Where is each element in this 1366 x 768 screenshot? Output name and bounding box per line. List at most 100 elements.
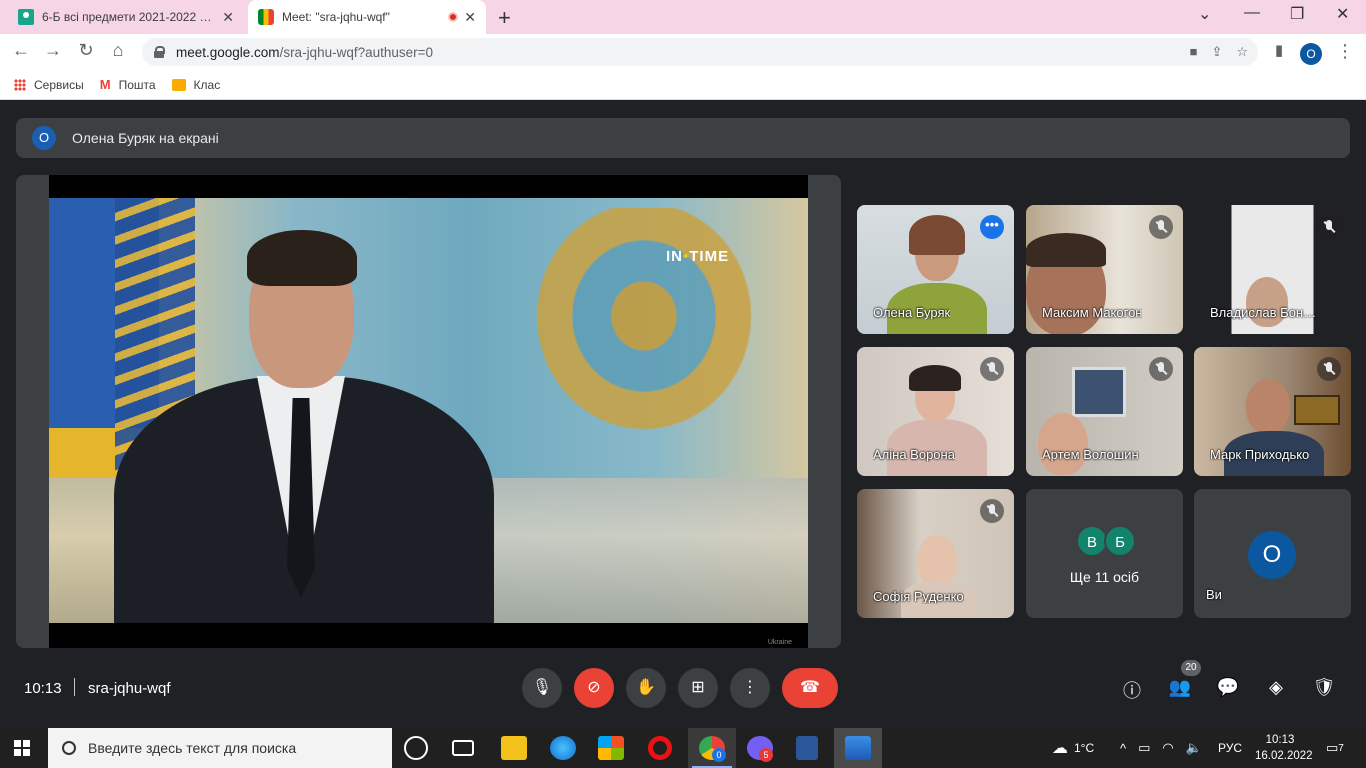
back-button[interactable]: ← [10, 40, 32, 61]
word-icon[interactable] [796, 736, 818, 760]
mic-off-icon [1149, 215, 1173, 239]
cloud-icon: ☁ [1052, 740, 1068, 757]
close-icon[interactable]: ✕ [222, 9, 234, 26]
hand-icon: ✋ [636, 679, 656, 696]
clock[interactable]: 10:13 16.02.2022 [1255, 732, 1313, 764]
people-icon[interactable]: 👥 [1168, 677, 1192, 698]
edge-icon[interactable] [550, 736, 576, 760]
chevron-up-icon[interactable]: ^ [1120, 741, 1126, 756]
participant-tile[interactable]: ••• Олена Буряк [857, 205, 1014, 334]
camera-off-button[interactable]: ⊘ [574, 668, 614, 708]
bookmark-class[interactable]: Клас [171, 78, 220, 92]
activities-icon[interactable]: ◈ [1264, 677, 1288, 698]
battery-icon[interactable]: ▭ [1138, 740, 1150, 756]
participant-tile[interactable]: Марк Приходько [1194, 347, 1351, 476]
bookmark-mail[interactable]: M Пошта [100, 77, 156, 92]
language-indicator[interactable]: РУС [1218, 728, 1242, 768]
bookmark-services[interactable]: Сервисы [14, 78, 84, 92]
coat-of-arms-image [519, 208, 769, 448]
presenter-banner: О Олена Буряк на екрані [16, 118, 1350, 158]
profile-avatar[interactable]: O [1300, 43, 1322, 65]
wifi-icon[interactable]: ◠ [1162, 740, 1173, 756]
end-call-button[interactable]: ☎ [782, 668, 838, 708]
divider [74, 678, 75, 696]
more-options-button[interactable]: ⋮ [730, 668, 770, 708]
menu-icon[interactable]: ⋮ [1334, 41, 1356, 62]
chrome-badge: 0 [712, 748, 726, 762]
task-view-icon[interactable] [452, 740, 474, 756]
url-text: meet.google.com/sra-jqhu-wqf?authuser=0 [176, 44, 434, 60]
participant-name: Марк Приходько [1210, 447, 1310, 462]
home-button[interactable]: ⌂ [107, 40, 129, 61]
host-controls-icon[interactable]: 🛡 [1312, 677, 1336, 698]
notifications-icon[interactable]: ▭ 7 [1326, 728, 1344, 768]
bookmarks-bar: Сервисы M Пошта Клас [0, 70, 1366, 100]
participant-tile[interactable]: Софія Руденко [857, 489, 1014, 618]
participant-name: Владислав Бон… [1210, 305, 1317, 320]
lock-icon[interactable] [154, 46, 165, 58]
classroom-icon [18, 9, 34, 25]
search-icon [62, 741, 76, 755]
channel-watermark: IN•TIME [666, 248, 730, 265]
share-icon[interactable]: ⇪ [1211, 44, 1222, 60]
more-options-icon[interactable]: ••• [980, 215, 1004, 239]
classroom-icon [171, 78, 186, 91]
tab-classroom[interactable]: 6-Б всі предмети 2021-2022 Бур ✕ [8, 0, 244, 34]
mic-off-icon [980, 357, 1004, 381]
mic-off-icon [1317, 215, 1341, 239]
taskbar-search[interactable]: Введите здесь текст для поиска [48, 728, 392, 768]
participant-tile[interactable]: Аліна Ворона [857, 347, 1014, 476]
hang-up-icon: ☎ [800, 679, 820, 696]
participant-tile[interactable]: Артем Волошин [1026, 347, 1183, 476]
shared-screen-video: IN•TIME Ukraine [49, 175, 808, 648]
star-icon[interactable]: ☆ [1236, 44, 1248, 60]
meeting-code: sra-jqhu-wqf [88, 680, 171, 697]
mic-off-icon [980, 499, 1004, 523]
camera-off-icon: ⊘ [587, 679, 601, 696]
photos-icon[interactable] [845, 736, 871, 760]
raise-hand-button[interactable]: ✋ [626, 668, 666, 708]
chat-icon[interactable]: 💬 [1216, 677, 1240, 698]
recording-icon [448, 12, 459, 22]
file-explorer-icon[interactable] [501, 736, 527, 760]
forward-button[interactable]: → [42, 40, 64, 61]
store-icon[interactable] [598, 736, 624, 760]
browser-toolbar: ← → ↻ ⌂ meet.google.com/sra-jqhu-wqf?aut… [0, 34, 1366, 70]
cortana-icon[interactable] [404, 736, 428, 760]
info-icon[interactable]: ⓘ [1120, 677, 1144, 703]
participant-tile[interactable]: Максим Макогон [1026, 205, 1183, 334]
new-tab-button[interactable]: + [498, 5, 511, 31]
meet-area: О Олена Буряк на екрані IN•TIME Ukraine [0, 102, 1366, 727]
side-panel-icon[interactable]: ▮ [1268, 41, 1290, 59]
windows-taskbar: Введите здесь текст для поиска 0 5 ☁ 1°C… [0, 728, 1366, 768]
minimize-button[interactable]: — [1244, 4, 1260, 22]
meeting-time: 10:13 [24, 680, 62, 697]
participant-tile[interactable]: Владислав Бон… [1194, 205, 1351, 334]
maximize-button[interactable]: ❐ [1290, 4, 1304, 24]
more-vert-icon: ⋮ [742, 679, 758, 696]
weather-widget[interactable]: ☁ 1°C [1052, 728, 1094, 768]
opera-icon[interactable] [648, 736, 672, 760]
microphone-button[interactable]: 🎙 [522, 668, 562, 708]
browser-tab-strip: 6-Б всі предмети 2021-2022 Бур ✕ Meet: "… [0, 0, 1366, 34]
address-bar[interactable]: meet.google.com/sra-jqhu-wqf?authuser=0 … [142, 38, 1258, 66]
camera-icon[interactable]: ■ [1190, 44, 1198, 60]
self-tile[interactable]: O Ви [1194, 489, 1351, 618]
tab-search-icon[interactable]: ⌄ [1198, 4, 1211, 24]
present-button[interactable]: ⊞ [678, 668, 718, 708]
presentation-stage[interactable]: IN•TIME Ukraine [16, 175, 841, 648]
tab-meet[interactable]: Meet: "sra-jqhu-wqf" ✕ [248, 0, 486, 34]
reload-button[interactable]: ↻ [75, 40, 97, 61]
participant-name: Софія Руденко [873, 589, 964, 604]
volume-icon[interactable]: 🔈 [1186, 740, 1202, 756]
self-avatar: O [1248, 531, 1296, 579]
mic-off-icon [1149, 357, 1173, 381]
present-icon: ⊞ [691, 679, 705, 696]
close-icon[interactable]: ✕ [464, 9, 476, 26]
close-window-button[interactable]: ✕ [1336, 4, 1349, 24]
people-count-badge: 20 [1181, 660, 1201, 676]
others-tile[interactable]: В Б Ще 11 осіб [1026, 489, 1183, 618]
others-avatars: В Б [1076, 525, 1136, 557]
mic-icon: 🎙 [531, 679, 553, 696]
start-button[interactable] [14, 740, 30, 756]
